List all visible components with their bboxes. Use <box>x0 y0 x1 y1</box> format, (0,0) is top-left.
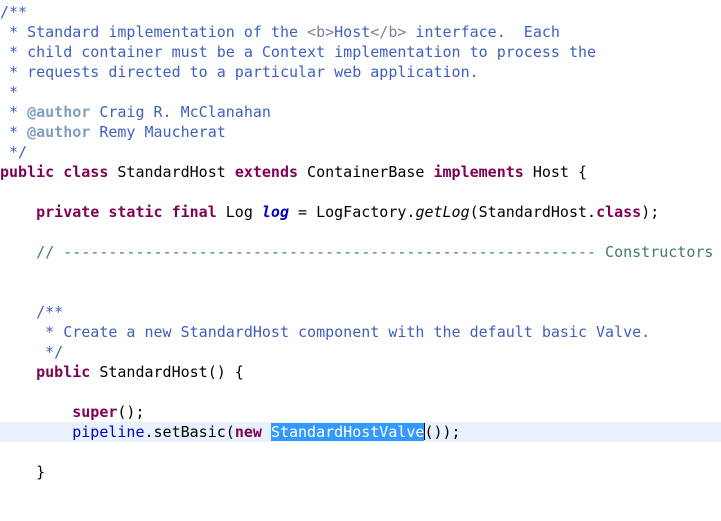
code-token: class <box>596 203 642 221</box>
code-line[interactable]: * child container must be a Context impl… <box>0 42 721 62</box>
code-line[interactable]: /** <box>0 2 721 22</box>
code-token: Host { <box>523 163 588 181</box>
code-token: * <box>0 83 19 101</box>
code-token: * child container must be a Context impl… <box>0 43 597 61</box>
code-token: .setBasic( <box>144 423 235 441</box>
code-token: ); <box>641 203 660 221</box>
code-token: Log <box>216 203 262 221</box>
code-token: */ <box>0 143 28 161</box>
code-token: getLog <box>415 203 470 221</box>
code-line[interactable]: * requests directed to a particular web … <box>0 62 721 82</box>
code-token: log <box>261 203 289 221</box>
code-line[interactable] <box>0 222 721 242</box>
code-line[interactable] <box>0 382 721 402</box>
code-token: * requests directed to a particular web … <box>0 63 479 81</box>
code-token: * Standard implementation of the <box>0 23 308 41</box>
code-token: StandardHost <box>108 163 235 181</box>
code-token: ContainerBase <box>298 163 434 181</box>
code-token: </b> <box>370 23 407 41</box>
code-token: private <box>36 203 100 221</box>
code-line[interactable]: * Create a new StandardHost component wi… <box>0 322 721 342</box>
code-line[interactable]: public class StandardHost extends Contai… <box>0 162 721 182</box>
code-token: /** <box>0 3 28 21</box>
code-line[interactable]: super(); <box>0 402 721 422</box>
code-token: /** <box>0 303 64 321</box>
code-line[interactable] <box>0 262 721 282</box>
code-token: @author <box>27 103 91 121</box>
code-token: static <box>108 203 163 221</box>
code-token: pipeline <box>72 423 145 441</box>
code-token: implements <box>433 163 524 181</box>
code-line[interactable]: /** <box>0 302 721 322</box>
code-token: * Create a new StandardHost component wi… <box>0 323 651 341</box>
code-token: = LogFactory. <box>289 203 416 221</box>
code-token: <b> <box>307 23 335 41</box>
code-token: (StandardHost. <box>469 203 597 221</box>
code-token: ()); <box>424 423 461 441</box>
code-line[interactable]: } <box>0 462 721 482</box>
code-token: Craig R. McClanahan <box>90 103 271 121</box>
code-line[interactable] <box>0 182 721 202</box>
code-line[interactable]: // -------------------------------------… <box>0 242 721 262</box>
code-token: * <box>0 103 28 121</box>
selected-text: StandardHostValve <box>270 423 425 441</box>
code-line[interactable]: pipeline.setBasic(new StandardHostValve(… <box>0 422 721 442</box>
code-token: interface. Each <box>406 23 560 41</box>
code-token: class <box>63 163 109 181</box>
code-line[interactable]: * @author Craig R. McClanahan <box>0 102 721 122</box>
code-line[interactable]: private static final Log log = LogFactor… <box>0 202 721 222</box>
code-token: public <box>0 163 55 181</box>
code-line[interactable] <box>0 442 721 462</box>
code-line[interactable]: public StandardHost() { <box>0 362 721 382</box>
code-line[interactable]: */ <box>0 342 721 362</box>
code-token: // -------------------------------------… <box>0 243 714 261</box>
code-token: new <box>234 423 262 441</box>
code-token: Remy Maucherat <box>90 123 226 141</box>
code-token: (); <box>117 403 145 421</box>
code-token: extends <box>234 163 299 181</box>
code-line[interactable]: */ <box>0 142 721 162</box>
code-token: } <box>0 463 46 481</box>
code-line[interactable] <box>0 282 721 302</box>
code-token: * <box>0 123 28 141</box>
code-line[interactable]: * <box>0 82 721 102</box>
code-editor[interactable]: /** * Standard implementation of the <b>… <box>0 0 721 521</box>
code-token: */ <box>0 343 64 361</box>
code-token: super <box>72 403 118 421</box>
code-token: @author <box>27 123 91 141</box>
code-token: final <box>171 203 217 221</box>
code-token: public <box>36 363 91 381</box>
code-line[interactable]: * Standard implementation of the <b>Host… <box>0 22 721 42</box>
code-token: StandardHost() { <box>90 363 244 381</box>
code-line[interactable]: * @author Remy Maucherat <box>0 122 721 142</box>
code-token: Host <box>334 23 371 41</box>
